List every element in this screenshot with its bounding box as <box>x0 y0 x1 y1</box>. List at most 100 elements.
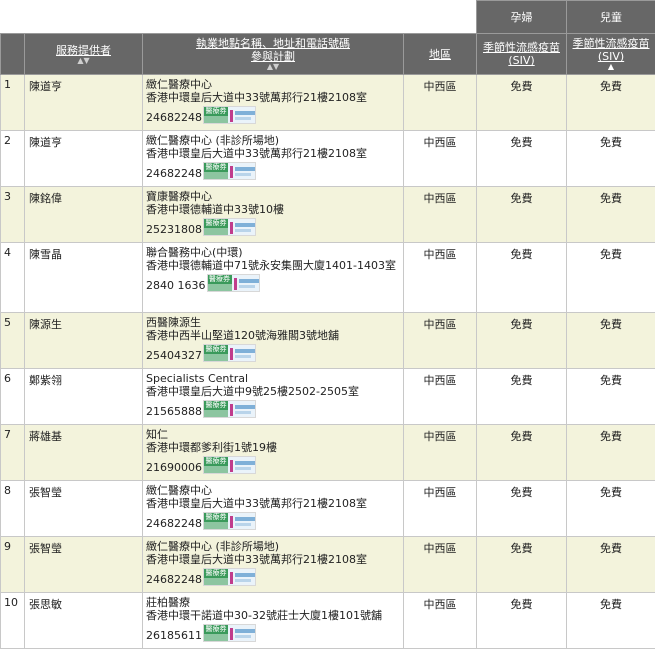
clinic-phone: 24682248 <box>146 111 202 124</box>
provider-name: 陳源生 <box>25 313 143 369</box>
sort-link-children-siv[interactable]: 季節性流感疫苗 <box>567 37 655 50</box>
row-number: 1 <box>1 75 25 131</box>
clinic-address: 香港中西半山堅道120號海雅閣3號地舖 <box>146 329 403 342</box>
clinic-address: 香港中環德輔道中33號10樓 <box>146 203 403 216</box>
sort-link-address[interactable]: 執業地點名稱、地址和電話號碼 <box>143 37 403 50</box>
clinic-address: 香港中環德輔道中71號永安集團大廈1401-1403室 <box>146 259 403 272</box>
row-number: 9 <box>1 537 25 593</box>
voucher-badge-text: 醫療券 <box>204 625 228 634</box>
group-header-children: 兒童 <box>567 1 655 34</box>
column-header-pregnant-siv[interactable]: 季節性流感疫苗 (SIV) <box>477 34 567 75</box>
children-siv-fee: 免費 <box>567 75 655 131</box>
row-number: 5 <box>1 313 25 369</box>
children-siv-fee: 免費 <box>567 369 655 425</box>
sort-up-arrow-icon[interactable]: ▲ <box>567 63 655 71</box>
voucher-badge-text: 醫療券 <box>204 457 228 466</box>
children-siv-fee: 免費 <box>567 313 655 369</box>
sort-link-pregnant-siv[interactable]: 季節性流感疫苗 <box>477 41 566 54</box>
pregnant-siv-fee: 免費 <box>477 187 567 243</box>
children-siv-fee: 免費 <box>567 593 655 649</box>
district: 中西區 <box>404 425 477 481</box>
provider-name: 鄭紫翎 <box>25 369 143 425</box>
clinic-address: 香港中環皇后大道中33號萬邦行21樓2108室 <box>146 497 403 510</box>
table-row: 4 陳雪晶 聯合醫務中心(中環) 香港中環德輔道中71號永安集團大廈1401-1… <box>1 243 655 313</box>
district: 中西區 <box>404 313 477 369</box>
district: 中西區 <box>404 481 477 537</box>
children-siv-fee: 免費 <box>567 131 655 187</box>
practice-info: 知仁 香港中環都爹利街1號19樓 21690006醫療券 <box>143 425 404 481</box>
health-voucher-badge-icon: 醫療券 <box>203 624 256 642</box>
provider-name: 陳道亨 <box>25 131 143 187</box>
health-voucher-badge-icon: 醫療券 <box>203 344 256 362</box>
column-header-district[interactable]: 地區 <box>404 34 477 75</box>
table-row: 9 張智瑩 緻仁醫療中心 (非診所場地) 香港中環皇后大道中33號萬邦行21樓2… <box>1 537 655 593</box>
provider-name: 張思敏 <box>25 593 143 649</box>
clinic-name: 緻仁醫療中心 (非診所場地) <box>146 134 403 147</box>
voucher-badge-text: 醫療券 <box>204 401 228 410</box>
table-row: 2 陳道亨 緻仁醫療中心 (非診所場地) 香港中環皇后大道中33號萬邦行21樓2… <box>1 131 655 187</box>
row-number: 6 <box>1 369 25 425</box>
table-row: 7 蔣雄基 知仁 香港中環都爹利街1號19樓 21690006醫療券 中西區 免… <box>1 425 655 481</box>
clinic-name: 寶康醫療中心 <box>146 190 403 203</box>
sort-link-provider[interactable]: 服務提供者 <box>25 44 142 57</box>
health-voucher-badge-icon: 醫療券 <box>203 162 256 180</box>
clinic-address: 香港中環皇后大道中9號25樓2502-2505室 <box>146 385 403 398</box>
district: 中西區 <box>404 537 477 593</box>
clinic-name: 莊柏醫療 <box>146 596 403 609</box>
health-voucher-badge-icon: 醫療券 <box>203 568 256 586</box>
clinic-phone: 2840 1636 <box>146 279 206 292</box>
provider-name: 陳銘偉 <box>25 187 143 243</box>
group-header-pregnant: 孕婦 <box>477 1 567 34</box>
clinic-phone: 26185611 <box>146 629 202 642</box>
table-row: 5 陳源生 西醫陳源生 香港中西半山堅道120號海雅閣3號地舖 25404327… <box>1 313 655 369</box>
provider-name: 陳雪晶 <box>25 243 143 313</box>
column-header-provider[interactable]: 服務提供者 ▲▼ <box>25 34 143 75</box>
provider-table: 孕婦 兒童 服務提供者 ▲▼ 執業地點名稱、地址和電話號碼 參與計劃 ▲▼ 地區… <box>0 0 655 649</box>
children-siv-fee: 免費 <box>567 243 655 313</box>
voucher-badge-text: 醫療券 <box>204 163 228 172</box>
district: 中西區 <box>404 243 477 313</box>
row-number: 4 <box>1 243 25 313</box>
clinic-address: 香港中環都爹利街1號19樓 <box>146 441 403 454</box>
sort-link-pregnant-siv-abbr[interactable]: (SIV) <box>477 54 566 67</box>
sort-arrows-icon[interactable]: ▲▼ <box>143 63 403 71</box>
practice-info: Specialists Central 香港中環皇后大道中9號25樓2502-2… <box>143 369 404 425</box>
clinic-name: 緻仁醫療中心 <box>146 78 403 91</box>
district: 中西區 <box>404 187 477 243</box>
column-header-address[interactable]: 執業地點名稱、地址和電話號碼 參與計劃 ▲▼ <box>143 34 404 75</box>
voucher-badge-text: 醫療券 <box>204 107 228 116</box>
pregnant-siv-fee: 免費 <box>477 75 567 131</box>
provider-name: 蔣雄基 <box>25 425 143 481</box>
column-header-children-siv[interactable]: 季節性流感疫苗 (SIV) ▲ <box>567 34 655 75</box>
health-voucher-badge-icon: 醫療券 <box>203 400 256 418</box>
clinic-address: 香港中環皇后大道中33號萬邦行21樓2108室 <box>146 147 403 160</box>
header-spacer <box>1 1 477 34</box>
table-row: 10 張思敏 莊柏醫療 香港中環干諾道中30-32號莊士大廈1樓101號舖 26… <box>1 593 655 649</box>
clinic-name: 緻仁醫療中心 <box>146 484 403 497</box>
clinic-name: 知仁 <box>146 428 403 441</box>
voucher-badge-text: 醫療券 <box>204 569 228 578</box>
voucher-badge-text: 醫療券 <box>208 275 232 284</box>
sort-link-district[interactable]: 地區 <box>404 48 476 61</box>
row-number: 2 <box>1 131 25 187</box>
sort-arrows-icon[interactable]: ▲▼ <box>25 57 142 65</box>
table-row: 8 張智瑩 緻仁醫療中心 香港中環皇后大道中33號萬邦行21樓2108室 246… <box>1 481 655 537</box>
table-row: 6 鄭紫翎 Specialists Central 香港中環皇后大道中9號25樓… <box>1 369 655 425</box>
provider-name: 陳道亨 <box>25 75 143 131</box>
practice-info: 緻仁醫療中心 (非診所場地) 香港中環皇后大道中33號萬邦行21樓2108室 2… <box>143 131 404 187</box>
clinic-phone: 24682248 <box>146 167 202 180</box>
clinic-phone: 24682248 <box>146 517 202 530</box>
clinic-name: 緻仁醫療中心 (非診所場地) <box>146 540 403 553</box>
practice-info: 聯合醫務中心(中環) 香港中環德輔道中71號永安集團大廈1401-1403室 2… <box>143 243 404 313</box>
practice-info: 西醫陳源生 香港中西半山堅道120號海雅閣3號地舖 25404327醫療券 <box>143 313 404 369</box>
pregnant-siv-fee: 免費 <box>477 131 567 187</box>
pregnant-siv-fee: 免費 <box>477 425 567 481</box>
pregnant-siv-fee: 免費 <box>477 369 567 425</box>
clinic-address: 香港中環皇后大道中33號萬邦行21樓2108室 <box>146 91 403 104</box>
children-siv-fee: 免費 <box>567 481 655 537</box>
practice-info: 緻仁醫療中心 香港中環皇后大道中33號萬邦行21樓2108室 24682248醫… <box>143 481 404 537</box>
voucher-badge-text: 醫療券 <box>204 219 228 228</box>
voucher-badge-text: 醫療券 <box>204 345 228 354</box>
health-voucher-badge-icon: 醫療券 <box>203 456 256 474</box>
clinic-phone: 21565888 <box>146 405 202 418</box>
